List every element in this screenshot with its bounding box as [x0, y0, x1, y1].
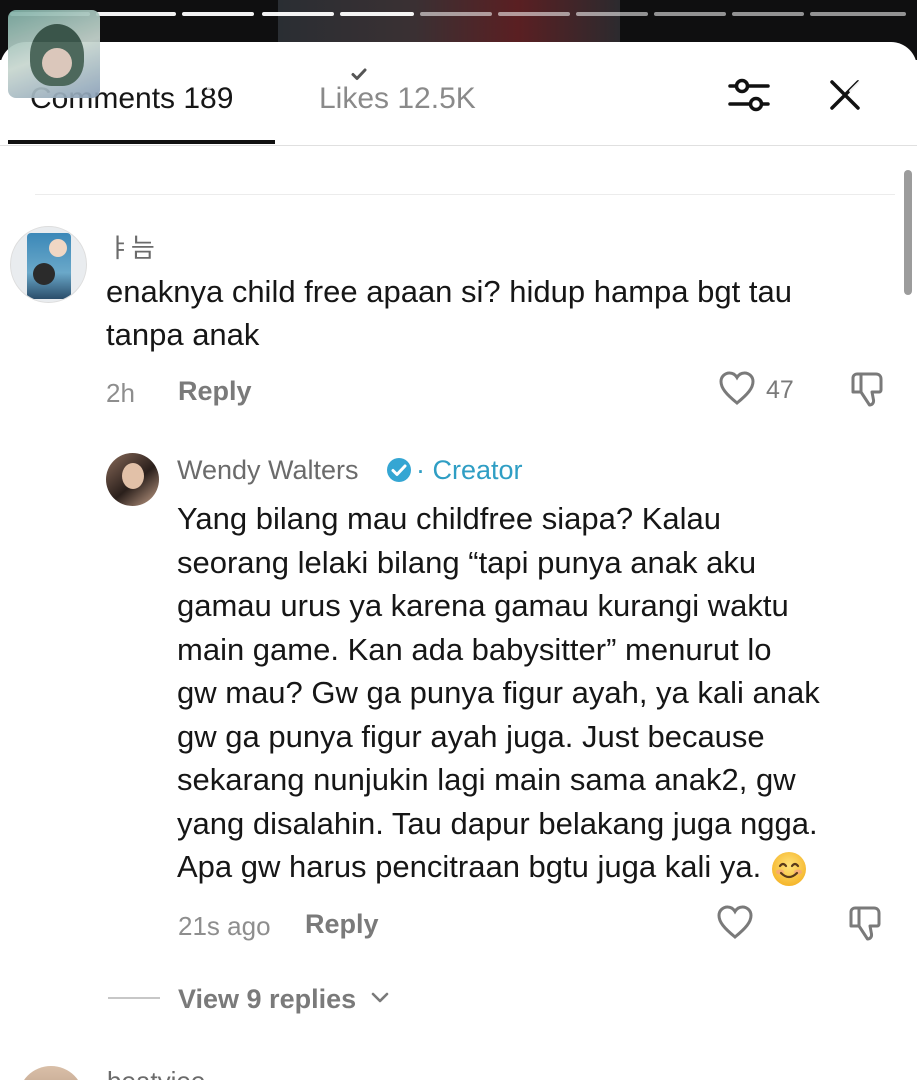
reply-text-line: gamau urus ya karena gamau kurangi waktu: [177, 588, 789, 623]
view-replies-divider: [108, 997, 160, 999]
badge-separator: ·: [416, 455, 425, 485]
reply-time: 21s ago: [178, 911, 271, 941]
comment-text-line: enaknya child free apaan si? hidup hampa…: [106, 274, 792, 309]
reply-text-line: yang disalahin. Tau dapur belakang juga …: [177, 805, 818, 841]
avatar-person: [49, 239, 67, 257]
comment-text-line: tanpa anak: [106, 317, 260, 352]
avatar-face: [42, 48, 72, 78]
close-story-icon[interactable]: [846, 46, 896, 96]
story-progress-segment: [96, 12, 176, 16]
tabs-divider: [0, 145, 917, 146]
dislike-icon[interactable]: [846, 904, 884, 942]
dislike-icon[interactable]: [848, 370, 886, 408]
story-progress-segment: [340, 12, 414, 16]
story-username[interactable]: wendywalters: [132, 58, 322, 90]
story-progress-segment: [810, 12, 906, 16]
story-time: 13h: [388, 58, 435, 89]
reply-text-line: main game. Kan ada babysitter” menurut l…: [177, 631, 772, 667]
avatar[interactable]: [10, 226, 87, 303]
creator-badge: · Creator: [416, 455, 523, 486]
story-progress-segment: [498, 12, 570, 16]
heart-icon[interactable]: [718, 370, 756, 406]
reply-text-line: sekarang nunjukin lagi main sama anak2, …: [177, 762, 796, 797]
like-count: 47: [766, 376, 794, 404]
scrollbar[interactable]: [904, 170, 912, 295]
story-avatar[interactable]: [8, 10, 100, 98]
reply-button[interactable]: Reply: [178, 376, 252, 407]
view-replies-button[interactable]: View 9 replies: [178, 984, 356, 1015]
comment-username[interactable]: ㅑ늠: [107, 228, 155, 265]
reply-text-line: seorang lelaki bilang “tapi punya anak a…: [177, 544, 757, 580]
verified-icon: [346, 61, 372, 87]
reply-text-line: Yang bilang mau childfree siapa? Kalau: [177, 501, 722, 536]
story-progress-segment: [654, 12, 726, 16]
reply-text-line: gw mau? Gw ga punya figur ayah, ya kali …: [177, 675, 820, 710]
story-progress-segment: [732, 12, 804, 16]
section-divider: [35, 194, 895, 195]
heart-icon[interactable]: [716, 904, 754, 940]
more-options-icon[interactable]: •••: [756, 60, 794, 94]
reply-text-line: Apa gw harus pencitraan bgtu juga kali y…: [177, 849, 762, 884]
active-tab-indicator: [8, 140, 275, 144]
reply-button[interactable]: Reply: [305, 909, 379, 940]
avatar-face: [122, 463, 144, 489]
story-progress-segment: [182, 12, 254, 16]
reply-text-line: gw ga punya figur ayah juga. Just becaus…: [177, 718, 765, 754]
creator-badge-label: Creator: [432, 455, 523, 485]
reply-text-line-last: Apa gw harus pencitraan bgtu juga kali y…: [177, 845, 808, 889]
comment-time: 2h: [106, 378, 135, 408]
creator-username[interactable]: Wendy Walters: [177, 455, 359, 486]
story-progress-segment: [262, 12, 334, 16]
story-progress-segment: [420, 12, 492, 16]
comment-username[interactable]: beatyiee: [107, 1066, 205, 1080]
creator-avatar[interactable]: [106, 453, 159, 506]
avatar-person: [33, 263, 55, 285]
verified-icon: [386, 457, 412, 483]
chevron-down-icon[interactable]: [370, 990, 390, 1006]
smiling-face-icon: [770, 850, 808, 888]
story-progress-segment: [576, 12, 648, 16]
